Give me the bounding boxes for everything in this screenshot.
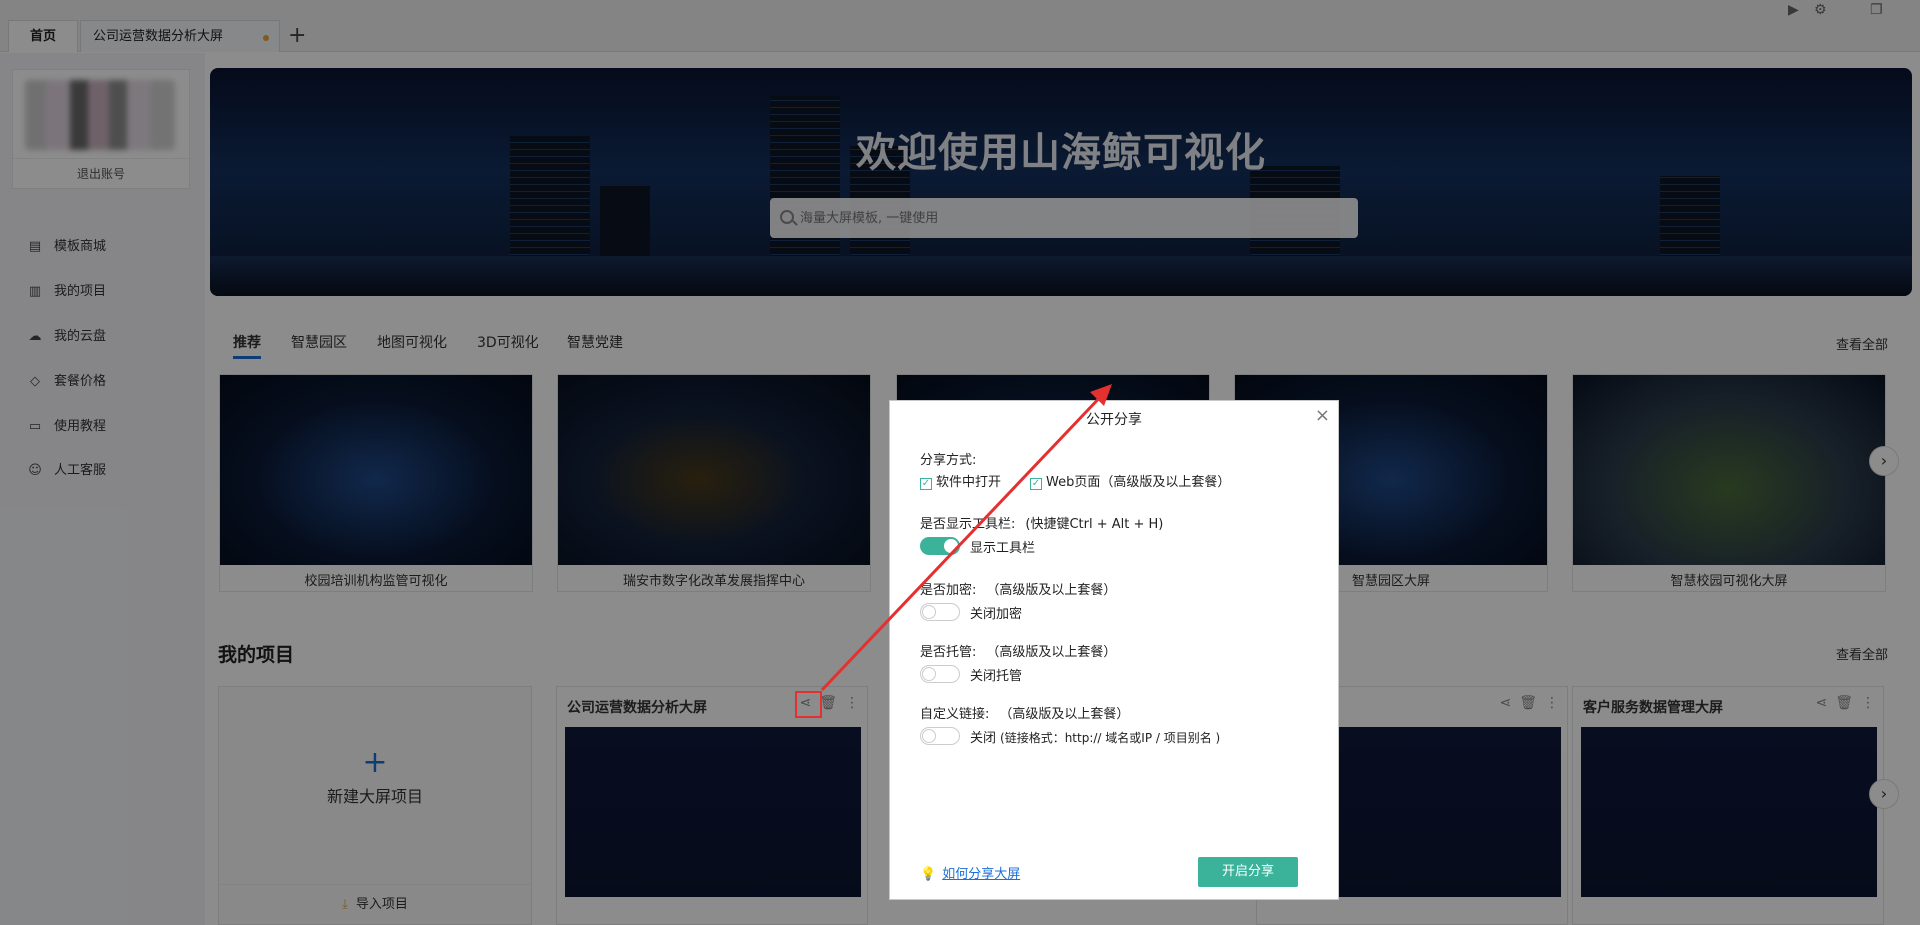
toolbar-label: 是否显示工具栏: (快捷键Ctrl + Alt + H): [920, 513, 1163, 532]
share-mode-label: 分享方式:: [920, 453, 977, 468]
close-icon[interactable]: ×: [1315, 405, 1330, 426]
checkbox-label: 软件中打开: [936, 475, 1002, 490]
encrypt-label-text: 是否加密:: [920, 583, 977, 598]
custom-link-label-text: 自定义链接:: [920, 707, 990, 722]
encrypt-label: 是否加密: （高级版及以上套餐）: [920, 579, 1116, 598]
encrypt-toggle[interactable]: [920, 603, 960, 621]
highlight-box: [795, 691, 822, 718]
hosting-toggle-label: 关闭托管: [970, 669, 1023, 684]
lightbulb-icon: 💡: [920, 867, 937, 882]
custom-link-note: （高级版及以上套餐）: [999, 707, 1130, 722]
toolbar-toggle-label: 显示工具栏: [970, 541, 1036, 556]
checkbox-checked-icon: ✓: [1030, 478, 1042, 490]
start-share-button[interactable]: 开启分享: [1198, 857, 1298, 887]
how-to-share-link[interactable]: 💡 如何分享大屏: [920, 863, 1020, 882]
hosting-toggle[interactable]: [920, 665, 960, 683]
custom-link-toggle[interactable]: [920, 727, 960, 745]
encrypt-toggle-label: 关闭加密: [970, 607, 1023, 622]
checkbox-web-page[interactable]: ✓ Web页面（高级版及以上套餐）: [1030, 471, 1230, 490]
toolbar-label-text: 是否显示工具栏:: [920, 517, 1016, 532]
custom-link-toggle-label: 关闭 (链接格式：http:// 域名或IP / 项目别名 ): [970, 727, 1220, 746]
toggle-knob: [944, 539, 958, 553]
toolbar-hint: (快捷键Ctrl + Alt + H): [1025, 517, 1164, 532]
custom-link-label: 自定义链接: （高级版及以上套餐）: [920, 703, 1129, 722]
custom-link-hint: (链接格式：http:// 域名或IP / 项目别名 ): [1000, 731, 1221, 745]
dialog-title: 公开分享: [1086, 412, 1142, 428]
encrypt-note: （高级版及以上套餐）: [986, 583, 1117, 598]
checkbox-label: Web页面（高级版及以上套餐）: [1046, 475, 1231, 490]
toggle-knob: [922, 605, 936, 619]
checkbox-checked-icon: ✓: [920, 478, 932, 490]
hosting-note: （高级版及以上套餐）: [986, 645, 1117, 660]
hosting-label: 是否托管: （高级版及以上套餐）: [920, 641, 1116, 660]
checkbox-open-in-app[interactable]: ✓ 软件中打开: [920, 471, 1001, 490]
share-dialog: 公开分享 × 分享方式: ✓ 软件中打开 ✓ Web页面（高级版及以上套餐） 是否显…: [889, 400, 1339, 900]
how-to-share-label: 如何分享大屏: [942, 867, 1021, 882]
toggle-knob: [922, 729, 936, 743]
custom-link-toggle-text: 关闭: [970, 731, 997, 746]
hosting-label-text: 是否托管:: [920, 645, 977, 660]
toolbar-toggle[interactable]: [920, 537, 960, 555]
toggle-knob: [922, 667, 936, 681]
